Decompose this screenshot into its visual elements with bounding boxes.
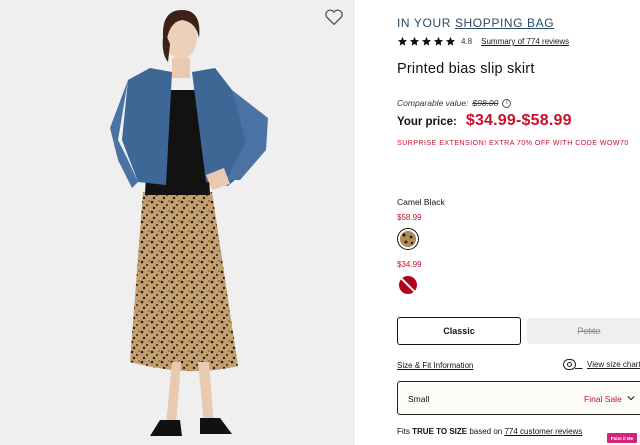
swatch-price: $34.99 [397, 260, 422, 269]
bag-status: IN YOUR SHOPPING BAG [397, 16, 554, 30]
leopard-pattern [400, 231, 416, 247]
comparable-label: Comparable value: [397, 98, 469, 108]
rating-value: 4.8 [461, 37, 473, 46]
star-icon [397, 36, 408, 46]
fit-note-middle: based on [469, 427, 503, 436]
view-size-chart-link[interactable]: View size chart [587, 360, 640, 369]
star-icon [409, 36, 420, 46]
bag-status-prefix: IN YOUR [397, 16, 451, 30]
chevron-down-icon [627, 396, 635, 401]
price-row: Your price: $34.99-$58.99 [397, 112, 572, 130]
shopping-bag-link[interactable]: SHOPPING BAG [455, 16, 554, 30]
final-sale-label: Final Sale [584, 394, 622, 404]
product-title: Printed bias slip skirt [397, 61, 535, 77]
size-fit-info-link[interactable]: Size & Fit Information [397, 361, 473, 370]
promo-message: SURPRISE EXTENSION! EXTRA 70% OFF WITH C… [397, 140, 629, 147]
reviews-summary-link[interactable]: Summary of 774 reviews [481, 37, 569, 46]
price-label: Your price: [397, 116, 457, 128]
rating-stars [397, 36, 456, 47]
pin-it-badge[interactable]: Paint it Me [607, 433, 637, 443]
product-photo [0, 0, 355, 445]
product-image-panel [0, 0, 355, 445]
unavailable-red-swatch-icon[interactable] [399, 276, 417, 294]
size-select[interactable]: Small Final Sale [397, 381, 640, 415]
heart-icon[interactable] [324, 8, 344, 26]
info-icon[interactable]: i [502, 98, 512, 108]
price-range: $34.99-$58.99 [465, 112, 572, 129]
star-icon [445, 36, 456, 46]
measuring-tape-icon [563, 359, 583, 370]
fit-note: Fits TRUE TO SIZE based on 774 customer … [397, 427, 582, 436]
fit-classic-button[interactable]: Classic [397, 317, 521, 345]
selected-size: Small [408, 394, 430, 404]
fit-note-prefix: Fits [397, 427, 410, 436]
comparable-price: $98.00 [472, 98, 499, 108]
leopard-swatch-icon[interactable] [397, 228, 419, 250]
product-detail-panel: IN YOUR SHOPPING BAG 4.8 Summary of 774 … [355, 0, 640, 445]
selected-color-name: Camel Black [397, 197, 445, 207]
comparable-value: Comparable value: $98.00 i [397, 98, 512, 108]
fit-petite-button[interactable]: Petite [527, 318, 640, 344]
rating-row: 4.8 Summary of 774 reviews [397, 36, 569, 47]
size-chart[interactable]: View size chart [563, 359, 640, 370]
customer-reviews-link[interactable]: 774 customer reviews [504, 427, 582, 436]
unavailable-slash [399, 276, 417, 294]
swatch-price: $58.99 [397, 213, 422, 222]
fit-note-emphasis: TRUE TO SIZE [412, 427, 468, 436]
star-icon [421, 36, 432, 46]
star-icon [433, 36, 444, 46]
